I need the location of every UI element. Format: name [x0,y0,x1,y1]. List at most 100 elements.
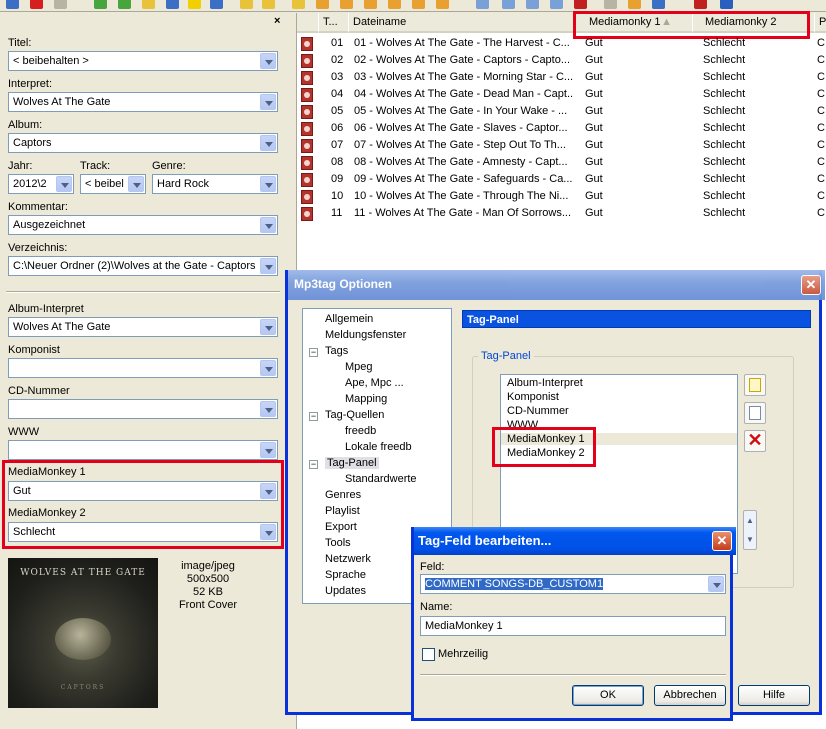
new-item-icon[interactable] [744,374,766,396]
close-icon[interactable]: ✕ [801,275,821,295]
cover-art[interactable]: WOLVES AT THE GATE CAPTORS [8,558,158,708]
undo-icon[interactable] [54,0,67,9]
folder-icon[interactable] [94,0,107,9]
refresh-icon[interactable] [210,0,223,9]
tree-item[interactable]: Tag-Quellen [325,409,384,421]
chevron-down-icon[interactable] [260,360,276,376]
convert4-icon[interactable] [364,0,377,9]
scroll-arrows-icon[interactable]: ▲ ▼ [743,510,757,550]
tree-item[interactable]: Sprache [325,569,366,581]
star-icon[interactable] [188,0,201,9]
tree-item[interactable]: Mapping [345,393,387,405]
tree-item[interactable]: Playlist [325,505,360,517]
list-item[interactable]: CD-Nummer [507,405,569,417]
convert7-icon[interactable] [436,0,449,9]
table-row[interactable]: 05 05 - Wolves At The Gate - In Your Wake… [297,103,826,120]
ok-button[interactable]: OK [572,685,644,706]
track-combo[interactable]: < beibel [80,174,146,194]
cancel-button[interactable]: Abbrechen [654,685,726,706]
convert6-icon[interactable] [412,0,425,9]
genre-combo[interactable]: Hard Rock [152,174,278,194]
tree-item[interactable]: Tag-Panel [325,457,379,469]
convert3-icon[interactable] [340,0,353,9]
www-combo[interactable] [8,440,278,460]
chevron-down-icon[interactable] [260,94,276,110]
col-dateiname[interactable]: Dateiname [349,13,575,33]
help-button[interactable]: Hilfe [738,685,810,706]
collapse-icon[interactable]: − [309,348,318,357]
col-pfad[interactable]: Pf [815,13,826,33]
table-row[interactable]: 01 01 - Wolves At The Gate - The Harvest … [297,35,826,52]
cd-icon[interactable] [604,0,617,9]
tree-item[interactable]: Mpeg [345,361,373,373]
tree-item[interactable]: Netzwerk [325,553,371,565]
options-title-bar[interactable]: Mp3tag Optionen ✕ [288,270,825,300]
bar-icon[interactable] [694,0,707,9]
chevron-down-icon[interactable] [260,401,276,417]
tree-item[interactable]: Export [325,521,357,533]
verzeichnis-combo[interactable]: C:\Neuer Ordner (2)\Wolves at the Gate -… [8,256,278,276]
doc4-icon[interactable] [550,0,563,9]
tag2-icon[interactable] [262,0,275,9]
table-row[interactable]: 04 04 - Wolves At The Gate - Dead Man - C… [297,86,826,103]
panel-close-icon[interactable]: × [274,15,280,27]
chevron-down-icon[interactable] [260,135,276,151]
tree-item[interactable]: Lokale freedb [345,441,412,453]
help-icon[interactable] [720,0,733,9]
tree-item[interactable]: Ape, Mpc ... [345,377,404,389]
web-icon[interactable] [628,0,641,9]
chevron-down-icon[interactable] [56,176,72,192]
chevron-down-icon[interactable] [260,319,276,335]
tree-item[interactable]: Meldungsfenster [325,329,406,341]
delete-icon[interactable] [30,0,43,9]
col-track[interactable]: T... [319,13,349,33]
convert5-icon[interactable] [388,0,401,9]
add-folder-icon[interactable] [118,0,131,9]
delete-item-icon[interactable]: ✕ [744,430,766,452]
convert2-icon[interactable] [316,0,329,9]
doc3-icon[interactable] [526,0,539,9]
globe-icon[interactable] [652,0,665,9]
album-interpret-combo[interactable]: Wolves At The Gate [8,317,278,337]
doc2-icon[interactable] [502,0,515,9]
mehrzeilig-checkbox[interactable] [422,648,435,661]
close-icon[interactable]: ✕ [712,531,732,551]
album-combo[interactable]: Captors [8,133,278,153]
tree-item[interactable]: freedb [345,425,376,437]
kommentar-combo[interactable]: Ausgezeichnet [8,215,278,235]
number-icon[interactable] [574,0,587,9]
table-row[interactable]: 09 09 - Wolves At The Gate - Safeguards -… [297,171,826,188]
table-row[interactable]: 07 07 - Wolves At The Gate - Step Out To … [297,137,826,154]
titel-combo[interactable]: < beibehalten > [8,51,278,71]
chevron-down-icon[interactable] [260,442,276,458]
convert-icon[interactable] [292,0,305,9]
komponist-combo[interactable] [8,358,278,378]
save-icon[interactable] [6,0,19,9]
collapse-icon[interactable]: − [309,412,318,421]
tree-item[interactable]: Genres [325,489,361,501]
interpret-combo[interactable]: Wolves At The Gate [8,92,278,112]
chevron-down-icon[interactable] [260,258,276,274]
tag-icon[interactable] [240,0,253,9]
table-row[interactable]: 11 11 - Wolves At The Gate - Man Of Sorro… [297,205,826,222]
tree-item[interactable]: Standardwerte [345,473,417,485]
chevron-down-icon[interactable] [260,217,276,233]
tree-item[interactable]: Allgemein [325,313,373,325]
tree-item[interactable]: Updates [325,585,366,597]
table-row[interactable]: 08 08 - Wolves At The Gate - Amnesty - Ca… [297,154,826,171]
list-item[interactable]: Komponist [507,391,559,403]
chevron-down-icon[interactable] [260,176,276,192]
doc-icon[interactable] [476,0,489,9]
table-row[interactable]: 06 06 - Wolves At The Gate - Slaves - Cap… [297,120,826,137]
cd-nummer-combo[interactable] [8,399,278,419]
tree-item[interactable]: Tags [325,345,348,357]
tree-item[interactable]: Tools [325,537,351,549]
chevron-down-icon[interactable] [708,576,724,592]
name-input[interactable]: MediaMonkey 1 [420,616,726,636]
feld-combo[interactable]: COMMENT SONGS-DB_CUSTOM1 [420,574,726,594]
chevron-down-icon[interactable] [260,53,276,69]
edit-item-icon[interactable] [744,402,766,424]
table-row[interactable]: 10 10 - Wolves At The Gate - Through The … [297,188,826,205]
playlist-icon[interactable] [142,0,155,9]
jahr-combo[interactable]: 2012\2 [8,174,74,194]
